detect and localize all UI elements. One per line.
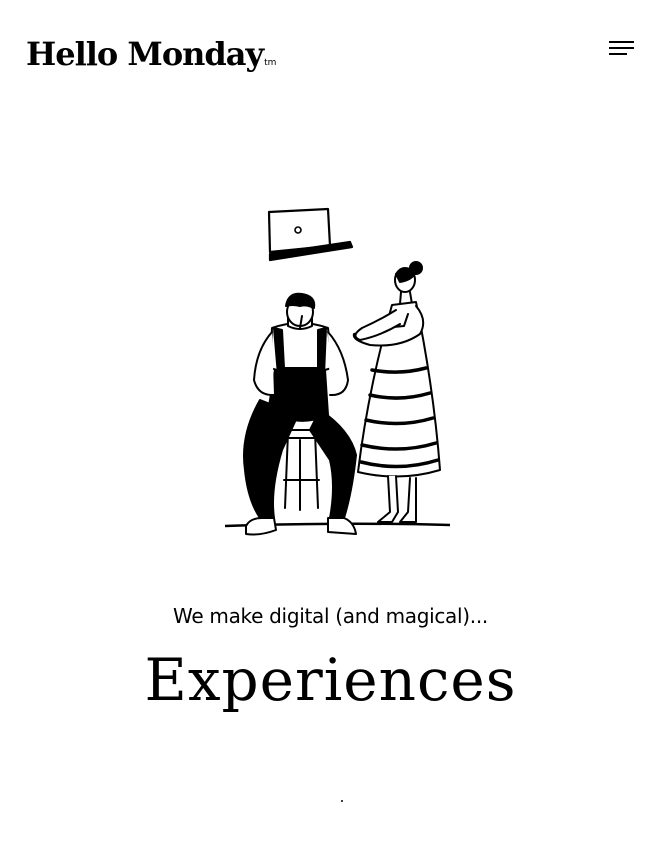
menu-button[interactable] <box>603 38 637 60</box>
laptop-drawing <box>267 207 354 262</box>
logo-text: Hello Monday <box>26 35 264 73</box>
logo[interactable]: Hello Mondaytm <box>26 34 276 83</box>
hero-headline: Experiences <box>144 646 517 714</box>
logo-trademark: tm <box>264 58 277 68</box>
seated-man <box>243 292 357 536</box>
standing-woman <box>352 261 441 523</box>
hero-illustration <box>224 207 451 536</box>
hero-tagline: We make digital (and magical)... <box>173 604 488 628</box>
scroll-indicator-dot <box>341 800 343 802</box>
